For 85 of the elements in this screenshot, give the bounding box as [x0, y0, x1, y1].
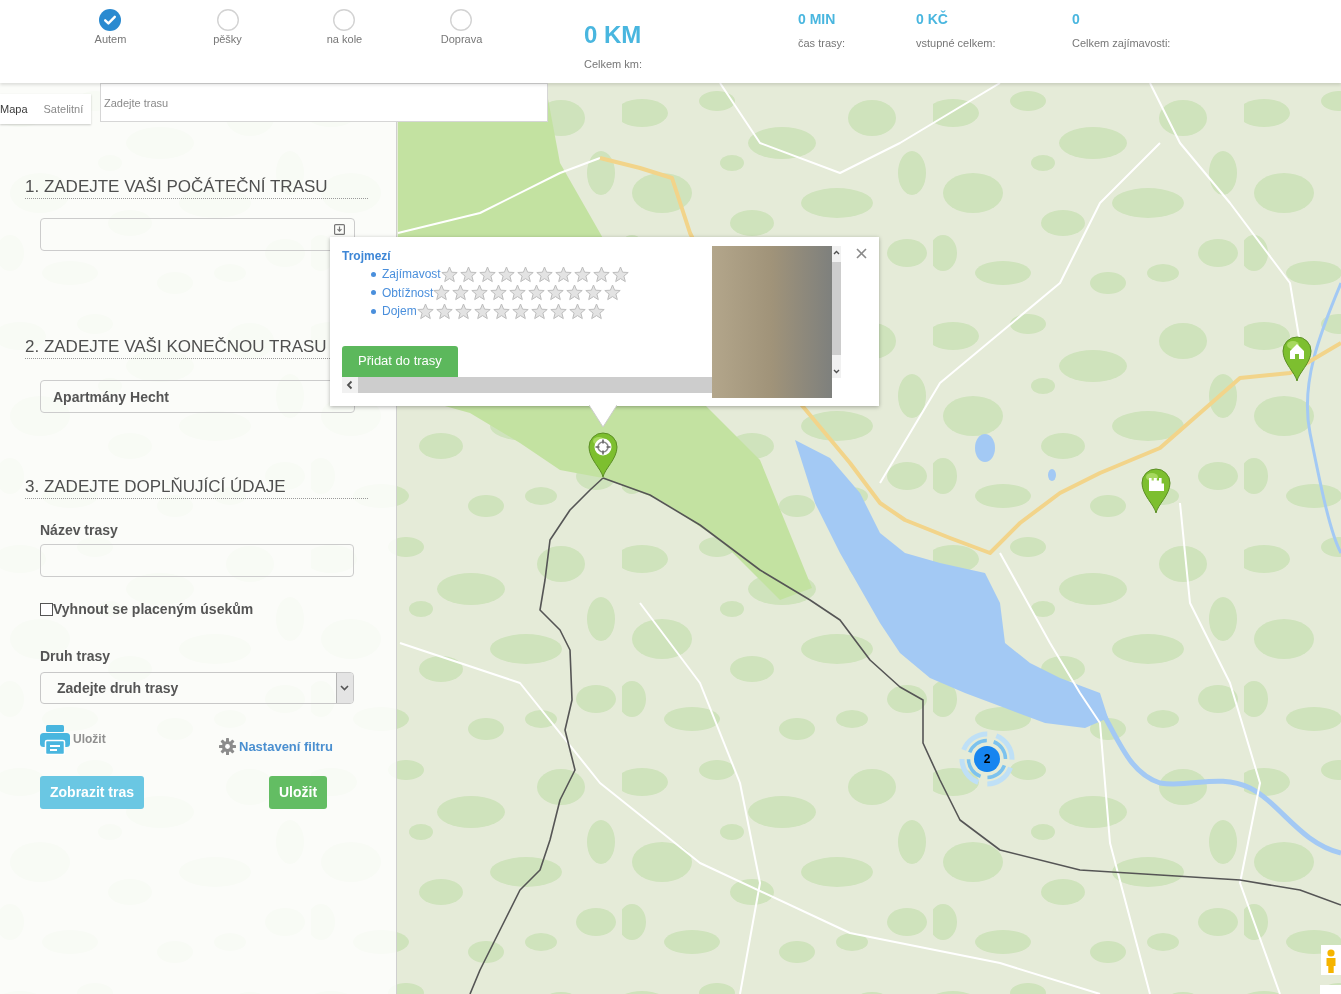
gear-icon: [219, 738, 236, 755]
transport-option[interactable]: pěšky: [213, 0, 242, 46]
total-value: 0 KM: [584, 21, 642, 49]
star-rating[interactable]: [440, 265, 629, 283]
star-icon[interactable]: [440, 265, 458, 283]
star-icon[interactable]: [547, 284, 565, 302]
star-icon[interactable]: [497, 265, 515, 283]
rating-label: Zajímavost: [382, 267, 441, 282]
total-value: 0 MIN: [798, 11, 836, 27]
star-icon[interactable]: [454, 302, 472, 320]
star-icon[interactable]: [459, 265, 477, 283]
pond: [1048, 469, 1056, 481]
total-value: 0: [1072, 11, 1080, 27]
scrollbar-thumb[interactable]: [832, 262, 841, 355]
section-heading: 2. ZADEJTE VAŠI KONEČNOU TRASU: [25, 336, 327, 358]
star-icon[interactable]: [573, 265, 591, 283]
pond: [975, 434, 995, 462]
add-to-route-button[interactable]: Přidat do trasy: [342, 345, 458, 377]
field-label: Název trasy: [40, 522, 118, 538]
field-label: Druh trasy: [40, 648, 111, 664]
end-field[interactable]: Apartmány Hecht: [40, 380, 355, 413]
rating-label: Dojem: [382, 304, 417, 319]
route-name-field[interactable]: [40, 544, 354, 577]
bullet-icon: [371, 271, 376, 277]
star-icon[interactable]: [549, 302, 567, 320]
star-icon[interactable]: [528, 284, 546, 302]
star-icon[interactable]: [530, 302, 548, 320]
star-icon[interactable]: [554, 265, 572, 283]
chevron-down-icon: [336, 673, 353, 703]
total-value: 0 KČ: [916, 11, 948, 27]
star-icon[interactable]: [516, 265, 534, 283]
transport-option[interactable]: Autem: [94, 0, 127, 46]
star-icon[interactable]: [452, 284, 470, 302]
rating-label: Obtížnost: [382, 285, 434, 300]
map-type-tab[interactable]: Mapa: [0, 94, 36, 124]
map-type-tab[interactable]: Satelitní: [35, 94, 92, 124]
star-icon[interactable]: [473, 302, 491, 320]
star-rating[interactable]: [416, 302, 605, 320]
close-icon[interactable]: [856, 248, 867, 259]
transport-option[interactable]: Doprava: [440, 0, 483, 46]
chevron-up-icon[interactable]: [832, 249, 841, 256]
chevron-down-icon[interactable]: [832, 368, 841, 375]
house-pin-icon[interactable]: [1282, 336, 1312, 382]
total-label: Celkem zajímavosti:: [1072, 37, 1171, 50]
star-rating[interactable]: [433, 284, 622, 302]
filter-link[interactable]: Nastavení filtru: [219, 738, 333, 755]
total-label: vstupné celkem:: [916, 37, 996, 50]
route-type-select[interactable]: Zadejte druh trasy: [40, 672, 354, 704]
star-icon[interactable]: [566, 284, 584, 302]
star-icon[interactable]: [416, 302, 434, 320]
star-icon[interactable]: [535, 265, 553, 283]
star-icon[interactable]: [611, 265, 629, 283]
search-field[interactable]: Zadejte trasu: [100, 83, 548, 122]
star-icon[interactable]: [587, 302, 605, 320]
star-icon[interactable]: [433, 284, 451, 302]
cluster-ripple-icon: [959, 731, 1015, 787]
star-icon[interactable]: [478, 265, 496, 283]
total-label: Celkem km:: [584, 58, 643, 71]
bullet-icon: [371, 290, 376, 296]
castle-pin-icon[interactable]: [1141, 468, 1171, 514]
star-icon[interactable]: [604, 284, 622, 302]
star-icon[interactable]: [471, 284, 489, 302]
target-pin-icon[interactable]: [588, 432, 618, 478]
star-icon[interactable]: [509, 284, 527, 302]
star-icon[interactable]: [435, 302, 453, 320]
map-control-button[interactable]: [1320, 985, 1341, 994]
popup-title: Trojmezí: [342, 249, 391, 263]
total-label: čas trasy:: [798, 37, 846, 50]
checkbox-label[interactable]: Vyhnout se placeným úsekům: [53, 601, 254, 617]
star-icon[interactable]: [568, 302, 586, 320]
star-icon[interactable]: [585, 284, 603, 302]
print-button[interactable]: Uložit: [40, 725, 106, 755]
star-icon[interactable]: [492, 302, 510, 320]
printer-icon: [40, 725, 70, 755]
star-icon[interactable]: [490, 284, 508, 302]
section-heading: 1. ZADEJTE VAŠI POČÁTEČNÍ TRASU: [25, 176, 328, 198]
start-field[interactable]: [40, 218, 355, 251]
square-arrow-icon[interactable]: [334, 224, 345, 235]
transport-option[interactable]: na kole: [326, 0, 363, 46]
person-icon[interactable]: [1321, 945, 1341, 975]
star-icon[interactable]: [511, 302, 529, 320]
section-heading: 3. ZADEJTE DOPLŇUJÍCÍ ÚDAJE: [25, 476, 286, 498]
bullet-icon: [371, 308, 376, 314]
checkbox[interactable]: [40, 602, 53, 616]
star-icon[interactable]: [592, 265, 610, 283]
